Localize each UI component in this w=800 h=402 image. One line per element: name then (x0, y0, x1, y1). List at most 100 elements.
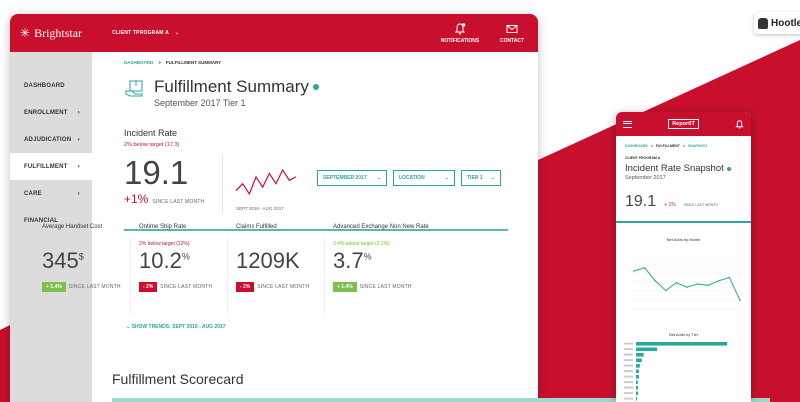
page-subtitle: September 2017 Tier 1 (154, 98, 246, 108)
tier-bar (636, 358, 642, 363)
metric-ontime-ship-rate: Ontime Ship Rate 2% below target (12%) 1… (139, 224, 236, 324)
tier-tick-label (624, 392, 633, 395)
scorecard-title: Fulfillment Scorecard (112, 371, 244, 387)
page-title: Fulfillment Summary (154, 77, 309, 96)
desktop-window: ✳ Brightstar CLIENT TPROGRAM A ⌄ NOTIFIC… (10, 14, 538, 402)
mobile-subtitle: September 2017 (625, 175, 666, 181)
divider (227, 238, 228, 314)
data-point (718, 279, 720, 282)
data-point (739, 299, 741, 302)
incident-sparkline (235, 168, 297, 196)
breadcrumb-dashboard-link[interactable]: DASHBOARD (124, 60, 153, 65)
incident-rate-delta: +1% (124, 192, 149, 206)
net-adds-month-line (633, 267, 741, 301)
divider (130, 238, 131, 314)
breadcrumb-current: FULFILLMENT SUMMARY (165, 60, 222, 65)
mail-icon (506, 24, 518, 33)
tier-bar (636, 353, 644, 357)
metric-handset-cost: Average Handset Cost 345$ + 1.4% SINCE LA… (42, 224, 139, 324)
breadcrumb: DASHBOARD > FULFILLMENT SUMMARY (124, 60, 222, 65)
chevron-right-icon: › (77, 190, 80, 197)
show-trends-link[interactable]: ⌄ SHOW TRENDS: SEPT 2016 - AUG 2017 (126, 324, 226, 330)
net-adds-tier-title: Net Adds by Tier (668, 332, 699, 337)
mobile-incident-delta: + 1% (664, 202, 676, 208)
top-bar: ✳ Brightstar CLIENT TPROGRAM A ⌄ NOTIFIC… (10, 14, 538, 52)
sidebar-item-enrollment[interactable]: ENROLLMENT › (10, 99, 92, 126)
change-badge: - 2% (139, 282, 158, 292)
tier-tick-label (624, 364, 633, 367)
mobile-page-title: Incident Rate Snapshot (625, 163, 724, 174)
divider (222, 156, 223, 212)
chevron-down-icon: ⌄ (376, 175, 381, 181)
tier-bar (636, 369, 639, 374)
tier-bar (636, 391, 638, 396)
contact-button[interactable]: CONTACT (486, 14, 538, 52)
metric-claims-fulfilled: Claims Fulfilled 1209K - 2% SINCE LAST MO… (236, 224, 333, 324)
data-point (696, 283, 699, 285)
data-point (665, 289, 667, 292)
data-point (686, 286, 688, 289)
tier-bar (636, 380, 638, 385)
info-icon[interactable] (726, 166, 731, 171)
owl-icon (758, 17, 768, 29)
net-adds-month-chart (632, 263, 742, 310)
location-dropdown[interactable]: LOCATION ⌄ (393, 170, 455, 186)
chevron-right-icon: › (77, 109, 80, 116)
tier-tick-label (624, 348, 633, 351)
tier-tick-label (624, 353, 633, 356)
sidebar-item-adjudication[interactable]: ADJUDICATION › (10, 126, 92, 153)
net-adds-month-title: Net Adds by Month (666, 237, 701, 242)
hootlet-badge[interactable]: Hootle (754, 12, 800, 34)
brand-logo[interactable]: ✳ Brightstar (10, 26, 82, 41)
incident-rate-label: Incident Rate (124, 128, 178, 138)
data-point (707, 284, 709, 287)
tier-dropdown[interactable]: TIER 1 ⌄ (461, 170, 501, 186)
data-point (675, 281, 678, 284)
tier-bar (636, 397, 637, 401)
data-point (643, 266, 646, 269)
client-selector[interactable]: CLIENT TPROGRAM A ⌄ (112, 30, 179, 36)
tier-bar (636, 364, 640, 368)
mobile-breadcrumb: DASHBOARD > FULFILLMENT > SNAPSHOT (625, 144, 708, 148)
chevron-down-icon: ⌄ (490, 175, 495, 181)
brand-mark-icon: ✳ (20, 25, 31, 40)
bell-icon (454, 22, 466, 34)
change-badge: + 1.4% (42, 282, 66, 292)
target-note: 2% below target (17.3) (124, 142, 180, 148)
mobile-preview: ReportIT DASHBOARD > FULFILLMENT > SNAPS… (616, 112, 751, 402)
tier-bar (636, 375, 639, 379)
sidebar-item-dashboard[interactable]: DASHBOARD (10, 72, 92, 99)
tier-tick-label (624, 381, 633, 384)
reportit-logo: ReportIT (668, 119, 699, 129)
section-rule (616, 221, 751, 223)
package-icon (125, 80, 143, 97)
info-icon[interactable] (312, 84, 319, 90)
tier-bar (636, 386, 638, 390)
tier-tick-label (624, 342, 633, 345)
tier-tick-label (624, 375, 633, 378)
sidebar-item-fulfillment[interactable]: FULFILLMENT › (10, 153, 92, 180)
sidebar-item-care[interactable]: CARE › (10, 180, 92, 207)
menu-icon[interactable] (623, 120, 632, 128)
divider (324, 238, 325, 314)
net-adds-tier-chart (624, 342, 728, 401)
sparkline-caption: SEPT 2016 - AUG 2017 (236, 206, 284, 211)
chevron-down-icon: ⌄ (174, 30, 180, 36)
tier-tick-label (624, 386, 633, 389)
tier-tick-label (624, 370, 633, 373)
metrics-row: Average Handset Cost 345$ + 1.4% SINCE LA… (42, 224, 430, 324)
sparkline-series (235, 168, 297, 196)
change-badge: + 1.4% (333, 282, 357, 292)
data-point (654, 279, 656, 282)
bell-icon[interactable] (735, 119, 744, 129)
chevron-right-icon: › (77, 163, 80, 170)
since-label: SINCE LAST MONTH (152, 199, 205, 205)
mobile-top-bar: ReportIT (616, 112, 751, 136)
tier-bar (636, 347, 658, 352)
mobile-incident-value: 19.1 (625, 193, 657, 210)
metric-advanced-exchange: Advanced Exchange Non New Rate 3.4% abov… (333, 224, 429, 292)
month-dropdown[interactable]: SEPTEMBER 2017 ⌄ (317, 170, 387, 186)
notifications-button[interactable]: NOTIFICATIONS (434, 14, 486, 52)
incident-rate-panel: Incident Rate 2% below target (17.3) 19.… (124, 128, 538, 231)
data-point (633, 270, 635, 272)
